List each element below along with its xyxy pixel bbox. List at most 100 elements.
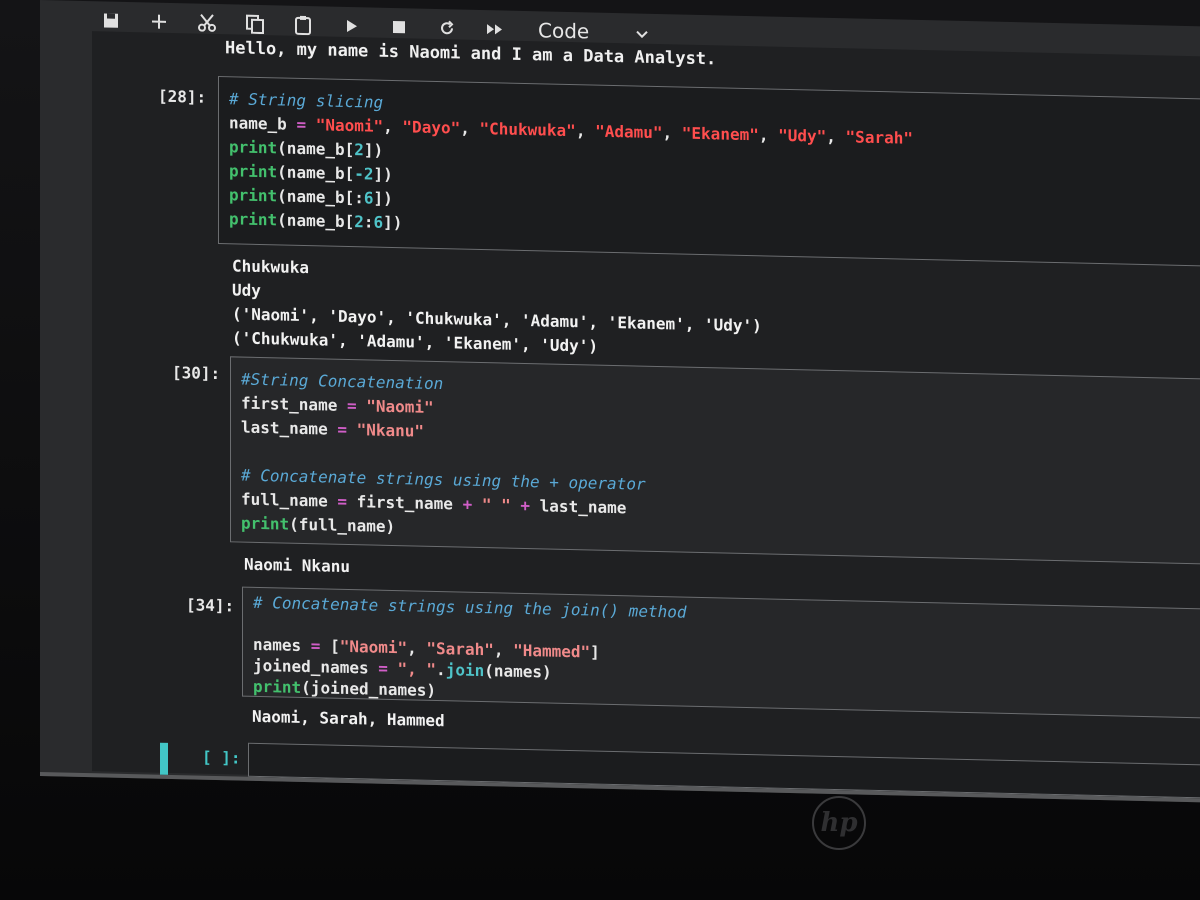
code-token: = [337, 419, 347, 439]
active-cell-indicator [160, 742, 168, 775]
code-token: , [407, 638, 427, 658]
cell-output-28: Chukwuka Udy ('Naomi', 'Dayo', 'Chukwuka… [232, 256, 762, 356]
cell-prompt-34: [34]: [186, 595, 235, 616]
empty-cell-prompt: [ ]: [202, 747, 241, 768]
code-token: "Naomi" [366, 396, 434, 417]
code-token: (name_b[: [277, 186, 364, 208]
code-token: "Naomi" [339, 636, 408, 658]
code-token: = [296, 114, 307, 135]
code-cell-string-slicing[interactable]: # String slicing name_b = "Naomi", "Dayo"… [218, 76, 1200, 267]
code-token: print [229, 209, 278, 230]
code-token: "Nkanu" [356, 420, 425, 441]
code-token: = [378, 658, 388, 678]
code-token: "Naomi" [315, 115, 384, 136]
screen: Code Hello, my name is Naomi and I am a … [40, 0, 1200, 803]
code-token: [ [320, 636, 340, 656]
code-token: ] [590, 642, 600, 662]
code-token: = [346, 395, 357, 416]
save-icon[interactable] [100, 9, 122, 31]
code-token: join [445, 660, 485, 681]
code-token: , [575, 121, 596, 141]
plus-icon[interactable] [148, 10, 170, 32]
cell-prompt-30: [30]: [172, 362, 221, 384]
code-token: , [758, 125, 779, 145]
code-token: (full_name) [289, 514, 396, 537]
code-token: print [229, 185, 278, 206]
code-token: last_name [241, 417, 338, 439]
hp-logo-icon: hp [812, 796, 866, 850]
cell-output-30: Naomi Nkanu [244, 554, 350, 577]
code-token: , [383, 116, 403, 137]
code-token: , [826, 126, 846, 147]
chevron-down-icon [635, 21, 649, 45]
code-token: first_name [346, 491, 463, 514]
code-token: #String Concatenation [241, 369, 444, 394]
code-token: + [520, 495, 531, 516]
copy-icon[interactable] [244, 13, 266, 35]
code-token: ]) [373, 164, 393, 185]
code-token: "Ekanem" [681, 123, 759, 145]
code-token: "Sarah" [426, 638, 494, 660]
code-token: "Udy" [778, 125, 827, 146]
cell-prompt-28: [28]: [158, 86, 207, 107]
code-token: ]) [363, 140, 384, 160]
fast-forward-icon[interactable] [484, 18, 506, 40]
code-token: = [310, 636, 321, 656]
code-token: ]) [373, 188, 393, 209]
code-token: name_b [229, 113, 297, 134]
code-token: 6 [363, 188, 374, 208]
code-token: "Chukwuka" [479, 118, 576, 141]
code-token: names [253, 634, 311, 656]
code-token: : [363, 212, 374, 232]
code-token: print [229, 137, 278, 158]
paste-icon[interactable] [292, 14, 314, 36]
code-cell-join-method[interactable]: # Concatenate strings using the join() m… [242, 586, 1200, 719]
code-token: # String slicing [229, 89, 384, 112]
restart-icon[interactable] [436, 17, 458, 39]
code-token: , [493, 640, 514, 660]
code-token: (name_b[ [277, 138, 355, 160]
code-token: = [337, 491, 347, 511]
code-token: joined_names [253, 655, 379, 678]
code-token: ]) [383, 212, 403, 233]
code-token: (name_b[ [277, 210, 355, 232]
code-token: + [462, 494, 473, 514]
code-token: (names) [484, 661, 552, 682]
code-token: "Hammed" [513, 640, 591, 662]
code-token: 2 [354, 140, 364, 160]
code-token: (joined_names) [301, 677, 437, 700]
cell-output-34: Naomi, Sarah, Hammed [252, 706, 445, 731]
code-token: "Dayo" [402, 117, 461, 138]
code-token: print [229, 161, 278, 182]
cell-type-select[interactable]: Code [538, 18, 649, 45]
code-token: print [253, 676, 302, 697]
code-cell-string-concatenation[interactable]: #String Concatenation first_name = "Naomi… [230, 356, 1200, 565]
code-token: full_name [241, 489, 338, 511]
run-icon[interactable] [340, 15, 362, 37]
code-token: 6 [373, 212, 384, 232]
code-token: ", " [397, 659, 437, 679]
cell-type-label: Code [538, 18, 590, 44]
code-token: -2 [354, 164, 374, 184]
scissors-icon[interactable] [196, 12, 218, 34]
code-token: "Adamu" [595, 121, 663, 143]
code-token: "Sarah" [845, 127, 913, 148]
code-token: , [460, 118, 480, 138]
code-token: 2 [354, 212, 364, 232]
code-token: first_name [241, 393, 347, 415]
stop-icon[interactable] [388, 16, 410, 38]
code-token: print [241, 513, 290, 534]
code-token: (name_b[ [277, 162, 355, 184]
code-token: . [436, 659, 446, 680]
code-token: " " [481, 495, 511, 515]
code-token: , [662, 123, 682, 143]
code-token: last_name [530, 496, 627, 518]
